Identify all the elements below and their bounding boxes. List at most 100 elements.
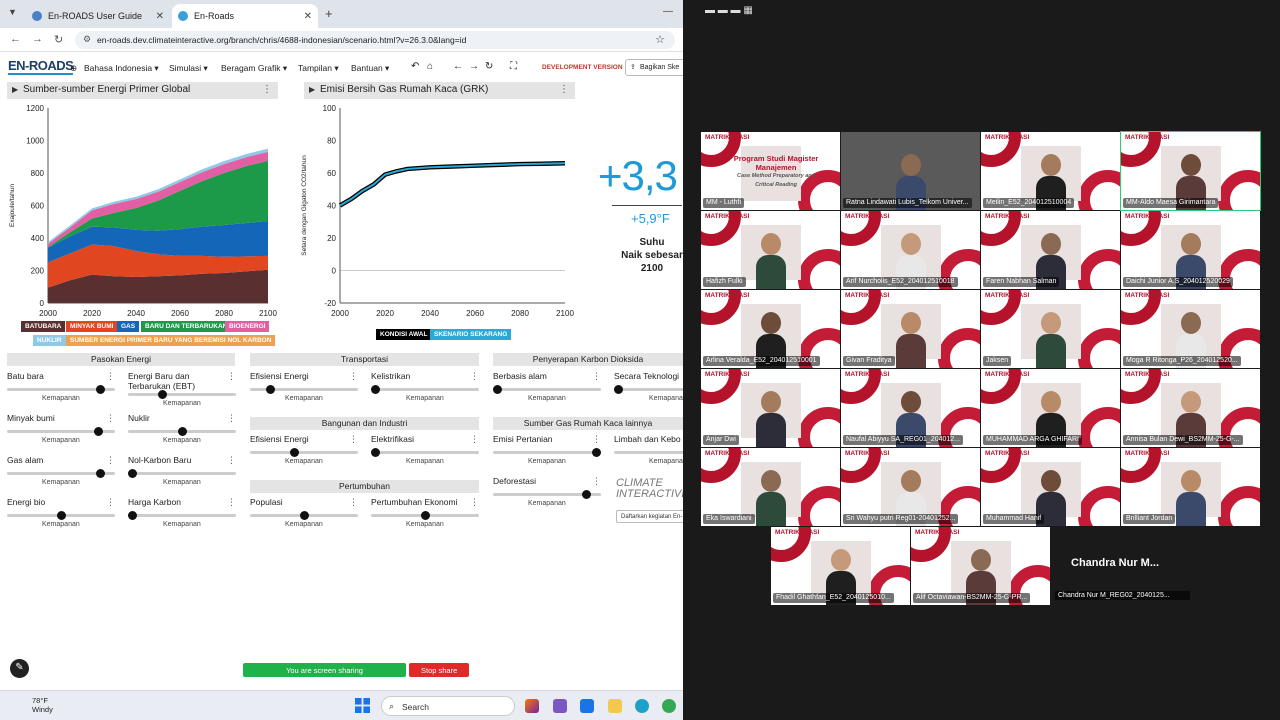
slider-handle[interactable] (265, 385, 275, 394)
weather-widget[interactable]: 78°F Windy (8, 696, 53, 714)
participant-tile[interactable]: MATRIKULASI Givan Fraditya (841, 290, 980, 368)
participant-tile[interactable]: MATRIKULASI Program Studi Magister Manaje… (701, 132, 840, 210)
slider-handle[interactable] (56, 511, 66, 520)
participant-tile[interactable]: MATRIKULASI Alif Octaviawan-BS2MM-25-G-PR… (911, 527, 1050, 605)
tab-user-guide[interactable]: En-ROADS User Guide ✕ (26, 4, 170, 28)
expand-triangle-icon[interactable]: ▶ (12, 85, 18, 94)
slider-handle[interactable] (96, 469, 106, 478)
control-label[interactable]: Kelistrikan ⋮ (371, 371, 479, 381)
participant-tile[interactable]: MATRIKULASI Anjar Dwi (701, 369, 840, 447)
site-info-icon[interactable]: ⚙ (83, 34, 91, 45)
panel-header-primary-energy[interactable]: ▶ Sumber-sumber Energi Primer Global ⋮ (7, 82, 278, 99)
slider-track[interactable] (250, 385, 358, 394)
zoom-view-controls[interactable]: ▬ ▬ ▬ ▦ (705, 5, 753, 16)
home-icon[interactable]: ⌂ (427, 61, 433, 72)
more-options-icon[interactable]: ⋮ (262, 84, 272, 95)
file-explorer-icon[interactable] (608, 699, 622, 713)
menu-help[interactable]: Bantuan ▾ (351, 63, 389, 74)
slider-handle[interactable] (157, 390, 167, 399)
legend-item[interactable]: BARU DAN TERBARUKAN (141, 321, 232, 332)
forward-icon[interactable]: → (32, 33, 43, 45)
copilot-icon[interactable] (525, 699, 539, 713)
participant-tile[interactable]: MATRIKULASI MM-Aldo Maesa Girimantara (1120, 131, 1261, 211)
slider-track[interactable] (371, 385, 479, 394)
slider-track[interactable] (7, 469, 115, 478)
minimize-icon[interactable]: — (663, 6, 673, 17)
undo-icon[interactable]: ↶ (411, 61, 419, 72)
slider-track[interactable] (371, 511, 479, 520)
more-options-icon[interactable]: ⋮ (349, 434, 358, 445)
taskbar-search[interactable]: ⌕ Search (381, 696, 515, 716)
close-icon[interactable]: ✕ (304, 11, 312, 22)
slider-track[interactable] (250, 511, 358, 520)
share-scenario-button[interactable]: ⇪ Bagikan Ske (625, 59, 683, 76)
store-icon[interactable] (580, 699, 594, 713)
slider-track[interactable] (371, 448, 479, 457)
legend-item[interactable]: NUKLIR (33, 335, 66, 346)
more-options-icon[interactable]: ⋮ (227, 455, 236, 466)
participant-tile[interactable]: MATRIKULASI Brilliant Jordan (1121, 448, 1260, 526)
stop-share-button[interactable]: Stop share (409, 663, 469, 677)
participant-tile[interactable]: MATRIKULASI MUHAMMAD ARGA GHIFARI (981, 369, 1120, 447)
close-icon[interactable]: ✕ (156, 11, 164, 22)
more-options-icon[interactable]: ⋮ (592, 371, 601, 382)
slider-handle[interactable] (592, 448, 601, 457)
panel-header-ghg[interactable]: ▶ Emisi Bersih Gas Rumah Kaca (GRK) ⋮ (304, 82, 575, 99)
participant-tile[interactable]: Ratna Lindawati Lubis_Telkom Univer... (841, 132, 980, 210)
slider-track[interactable] (493, 448, 601, 457)
slider-handle[interactable] (371, 385, 380, 394)
slider-track[interactable] (250, 448, 358, 457)
tab-search-icon[interactable]: ▼ (8, 7, 17, 17)
slider-track[interactable] (493, 385, 601, 394)
more-options-icon[interactable]: ⋮ (470, 434, 479, 445)
slider-track[interactable] (128, 469, 236, 478)
edge-icon[interactable] (635, 699, 649, 713)
legend-item[interactable]: SUMBER ENERGI PRIMER BARU YANG BEREMISI … (66, 335, 276, 346)
more-options-icon[interactable]: ⋮ (592, 476, 601, 487)
slider-track[interactable] (128, 390, 236, 399)
control-label[interactable]: Deforestasi ⋮ (493, 476, 601, 486)
more-options-icon[interactable]: ⋮ (106, 455, 115, 466)
legend-item[interactable]: MINYAK BUMI (66, 321, 118, 332)
control-label[interactable]: Batu bara ⋮ (7, 371, 115, 381)
slider-handle[interactable] (493, 385, 502, 394)
menu-view[interactable]: Tampilan ▾ (298, 63, 339, 74)
participant-tile[interactable]: MATRIKULASI Eka Iswardiani (701, 448, 840, 526)
url-field[interactable]: ⚙ en-roads.dev.climateinteractive.org/br… (75, 31, 675, 49)
control-label[interactable]: Harga Karbon ⋮ (128, 497, 236, 507)
more-options-icon[interactable]: ⋮ (559, 84, 569, 95)
slider-handle[interactable] (420, 511, 430, 520)
control-label[interactable]: Nuklir ⋮ (128, 413, 236, 423)
control-label[interactable]: Pertumbuhan Ekonomi ⋮ (371, 497, 479, 507)
participant-tile[interactable]: MATRIKULASI Arlina Veralda_E52_2040125100… (701, 290, 840, 368)
arrow-left-icon[interactable]: ← (453, 61, 463, 72)
slider-handle[interactable] (96, 385, 106, 394)
slider-track[interactable] (614, 385, 683, 394)
refresh-icon[interactable]: ↻ (485, 61, 493, 72)
slider-track[interactable] (493, 490, 601, 499)
edit-pencil-icon[interactable]: ✎ (10, 659, 29, 678)
new-tab-icon[interactable]: + (325, 6, 333, 21)
participant-tile[interactable]: MATRIKULASI Fhadil Ghathfan_E52_204012501… (771, 527, 910, 605)
control-label[interactable]: Efisiensi Energi ⋮ (250, 434, 358, 444)
participant-tile[interactable]: MATRIKULASI Naufal Abiyyu SA_REG01_204012… (841, 369, 980, 447)
en-roads-logo[interactable]: EN-ROADS (8, 58, 74, 75)
more-options-icon[interactable]: ⋮ (106, 413, 115, 424)
control-label[interactable]: Limbah dan Kebo⋮ (614, 434, 683, 444)
more-options-icon[interactable]: ⋮ (470, 371, 479, 382)
slider-handle[interactable] (128, 511, 137, 520)
participant-tile[interactable]: MATRIKULASI Meilin_E52_204012510004 (981, 132, 1120, 210)
control-label[interactable]: Energi bio ⋮ (7, 497, 115, 507)
more-options-icon[interactable]: ⋮ (592, 434, 601, 445)
more-options-icon[interactable]: ⋮ (106, 371, 115, 382)
participant-tile[interactable]: MATRIKULASI Arif Nurcholis_E52_2040125100… (841, 211, 980, 289)
slider-track[interactable] (7, 385, 115, 394)
slider-handle[interactable] (299, 511, 309, 520)
participant-tile[interactable]: MATRIKULASI Jaksen (981, 290, 1120, 368)
control-label[interactable]: Emisi Pertanian ⋮ (493, 434, 601, 444)
control-label[interactable]: Minyak bumi ⋮ (7, 413, 115, 423)
menu-simulation[interactable]: Simulasi ▾ (169, 63, 208, 74)
slider-track[interactable] (128, 427, 236, 436)
menu-graphs[interactable]: Beragam Grafik ▾ (221, 63, 287, 74)
participant-tile[interactable]: MATRIKULASI Sri Wahyu putri Reg01-2040125… (841, 448, 980, 526)
